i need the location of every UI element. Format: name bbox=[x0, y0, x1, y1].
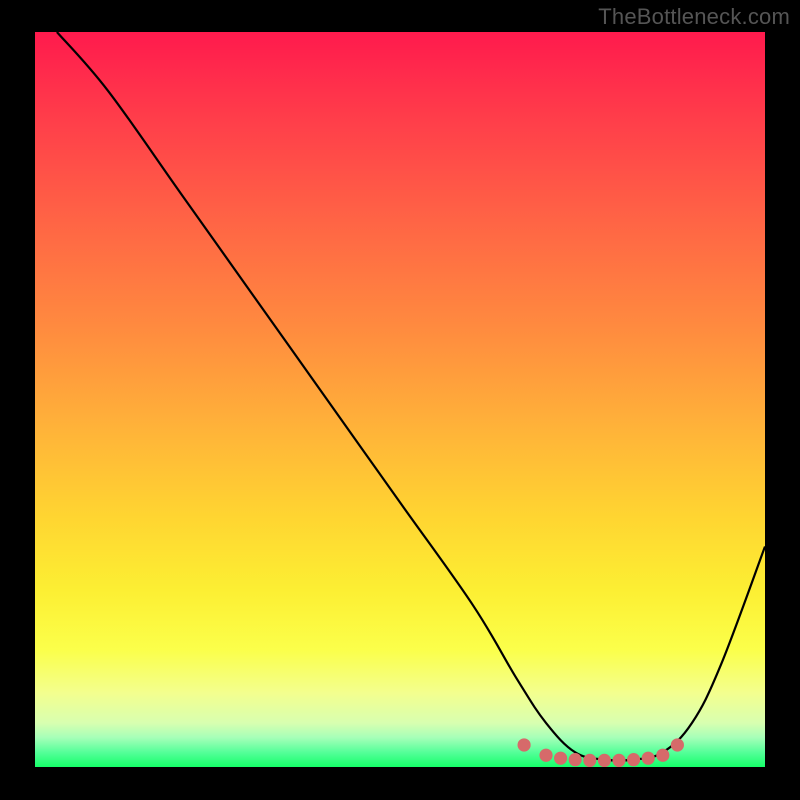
valley-marker bbox=[612, 754, 625, 767]
valley-marker bbox=[598, 754, 611, 767]
valley-marker bbox=[656, 749, 669, 762]
valley-marker bbox=[627, 753, 640, 766]
chart-svg bbox=[35, 32, 765, 767]
curve-layer bbox=[57, 32, 765, 761]
plot-area bbox=[35, 32, 765, 767]
valley-marker bbox=[569, 753, 582, 766]
valley-marker bbox=[554, 752, 567, 765]
marker-layer bbox=[518, 738, 684, 767]
chart-stage: TheBottleneck.com bbox=[0, 0, 800, 800]
watermark-text: TheBottleneck.com bbox=[598, 4, 790, 30]
bottleneck-curve bbox=[57, 32, 765, 761]
valley-marker bbox=[583, 754, 596, 767]
valley-marker bbox=[518, 738, 531, 751]
valley-marker bbox=[671, 738, 684, 751]
valley-marker bbox=[642, 752, 655, 765]
valley-marker bbox=[539, 749, 552, 762]
